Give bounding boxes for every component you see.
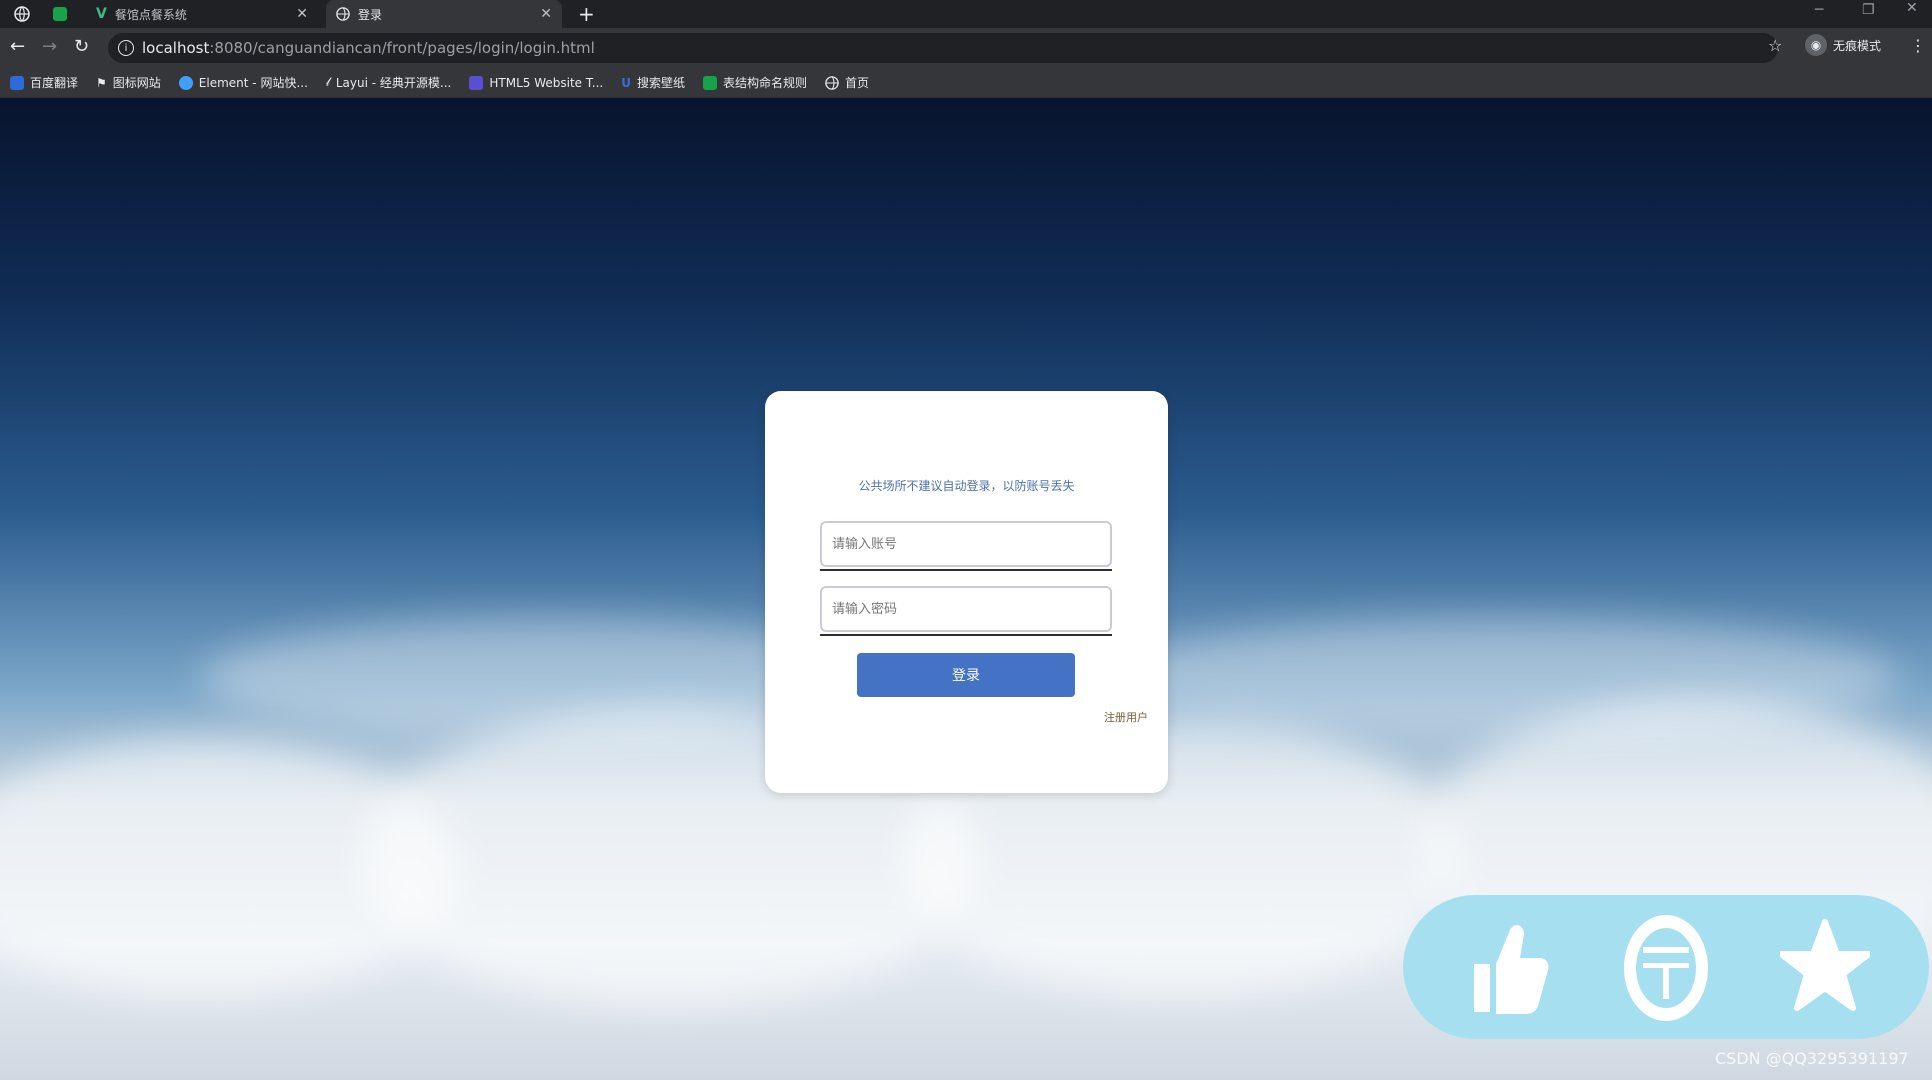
app-tab-icon[interactable] (48, 0, 72, 28)
bookmark-label: Element - 网站快... (198, 76, 308, 90)
layui-icon: 𝓁 (325, 75, 330, 89)
minimize-icon[interactable]: ─ (1815, 2, 1823, 22)
new-tab-button[interactable]: + (578, 2, 595, 26)
back-arrow-icon[interactable]: ← (10, 36, 25, 57)
login-button[interactable]: 登录 (857, 653, 1075, 697)
social-action-panel (1403, 895, 1929, 1039)
close-icon[interactable]: ✕ (296, 6, 308, 22)
flag-icon: ⚑ (96, 75, 107, 90)
bookmark-item[interactable]: HTML5 Website T... (469, 75, 604, 90)
tab-title: 餐馆点餐系统 (114, 7, 187, 22)
bookmark-item[interactable]: U 搜索壁纸 (621, 74, 685, 91)
thumbs-up-icon[interactable] (1453, 913, 1563, 1023)
table-icon (702, 75, 717, 90)
bookmark-item[interactable]: ⚑ 图标网站 (96, 74, 161, 91)
html5-icon (469, 75, 484, 90)
bookmarks-bar: 百度翻译 ⚑ 图标网站 Element - 网站快... 𝓁 Layui - 经典开… (0, 68, 1932, 98)
incognito-icon: ◉ (1805, 34, 1827, 56)
star-icon[interactable] (1770, 913, 1880, 1023)
coin-icon[interactable] (1611, 913, 1721, 1023)
restore-icon[interactable]: ❐ (1862, 2, 1875, 22)
url-path: :8080/canguandiancan/front/pages/login/l… (209, 39, 595, 57)
incognito-profile[interactable]: ◉ 无痕模式 (1805, 34, 1881, 56)
tab-restaurant-system[interactable]: V 餐馆点餐系统 ✕ (86, 0, 318, 28)
account-input[interactable] (820, 521, 1112, 567)
window-close-icon[interactable]: ✕ (1906, 0, 1918, 20)
profile-label: 无痕模式 (1833, 38, 1882, 53)
toolbar: ← → ↻ i localhost:8080/canguandiancan/fr… (0, 28, 1932, 68)
bookmark-label: 表结构命名规则 (722, 76, 807, 90)
bookmark-label: 百度翻译 (30, 76, 79, 90)
info-icon[interactable]: i (118, 40, 134, 56)
watermark: CSDN @QQ3295391197 (1715, 1049, 1909, 1068)
forward-arrow-icon[interactable]: → (42, 36, 57, 57)
reload-icon[interactable]: ↻ (74, 36, 89, 57)
password-input[interactable] (820, 586, 1112, 632)
globe-icon (825, 75, 839, 90)
bookmark-item[interactable]: 首页 (825, 74, 869, 91)
tab-strip: V 餐馆点餐系统 ✕ 登录 ✕ + ─ ❐ ✕ (0, 0, 1932, 28)
password-underline (820, 634, 1112, 636)
cloud-decoration (1100, 618, 1900, 738)
bookmark-label: 首页 (844, 76, 869, 90)
tab-login[interactable]: 登录 ✕ (326, 0, 562, 28)
bookmark-label: 搜索壁纸 (636, 76, 685, 90)
element-icon (178, 75, 193, 90)
url-host: localhost (142, 39, 210, 57)
bookmark-item[interactable]: Element - 网站快... (178, 74, 308, 91)
bookmark-label: Layui - 经典开源模... (335, 76, 452, 90)
register-link[interactable]: 注册用户 (1104, 709, 1148, 725)
globe-tab-icon[interactable] (10, 0, 34, 28)
bookmark-item[interactable]: 表结构命名规则 (702, 74, 807, 91)
globe-icon (336, 7, 350, 21)
tab-title: 登录 (358, 7, 383, 22)
bookmark-label: HTML5 Website T... (489, 75, 604, 90)
page-viewport: 公共场所不建议自动登录，以防账号丢失 登录 注册用户 (0, 98, 1932, 1080)
bookmark-star-icon[interactable]: ☆ (1768, 36, 1782, 55)
browser-chrome: V 餐馆点餐系统 ✕ 登录 ✕ + ─ ❐ ✕ ← → ↻ i localhos… (0, 0, 1932, 98)
account-underline (820, 569, 1112, 571)
bookmark-item[interactable]: 百度翻译 (10, 74, 78, 91)
login-hint: 公共场所不建议自动登录，以防账号丢失 (858, 479, 1075, 493)
wallpaper-icon: U (621, 75, 631, 90)
vue-logo-icon: V (96, 6, 107, 22)
translate-icon (10, 75, 24, 90)
bookmark-label: 图标网站 (112, 76, 161, 90)
menu-icon[interactable]: ⋮ (1910, 36, 1926, 55)
login-card: 公共场所不建议自动登录，以防账号丢失 登录 注册用户 (765, 391, 1168, 793)
bookmark-item[interactable]: 𝓁 Layui - 经典开源模... (326, 74, 451, 91)
close-icon[interactable]: ✕ (540, 6, 552, 22)
address-bar[interactable]: i localhost:8080/canguandiancan/front/pa… (108, 33, 1778, 63)
